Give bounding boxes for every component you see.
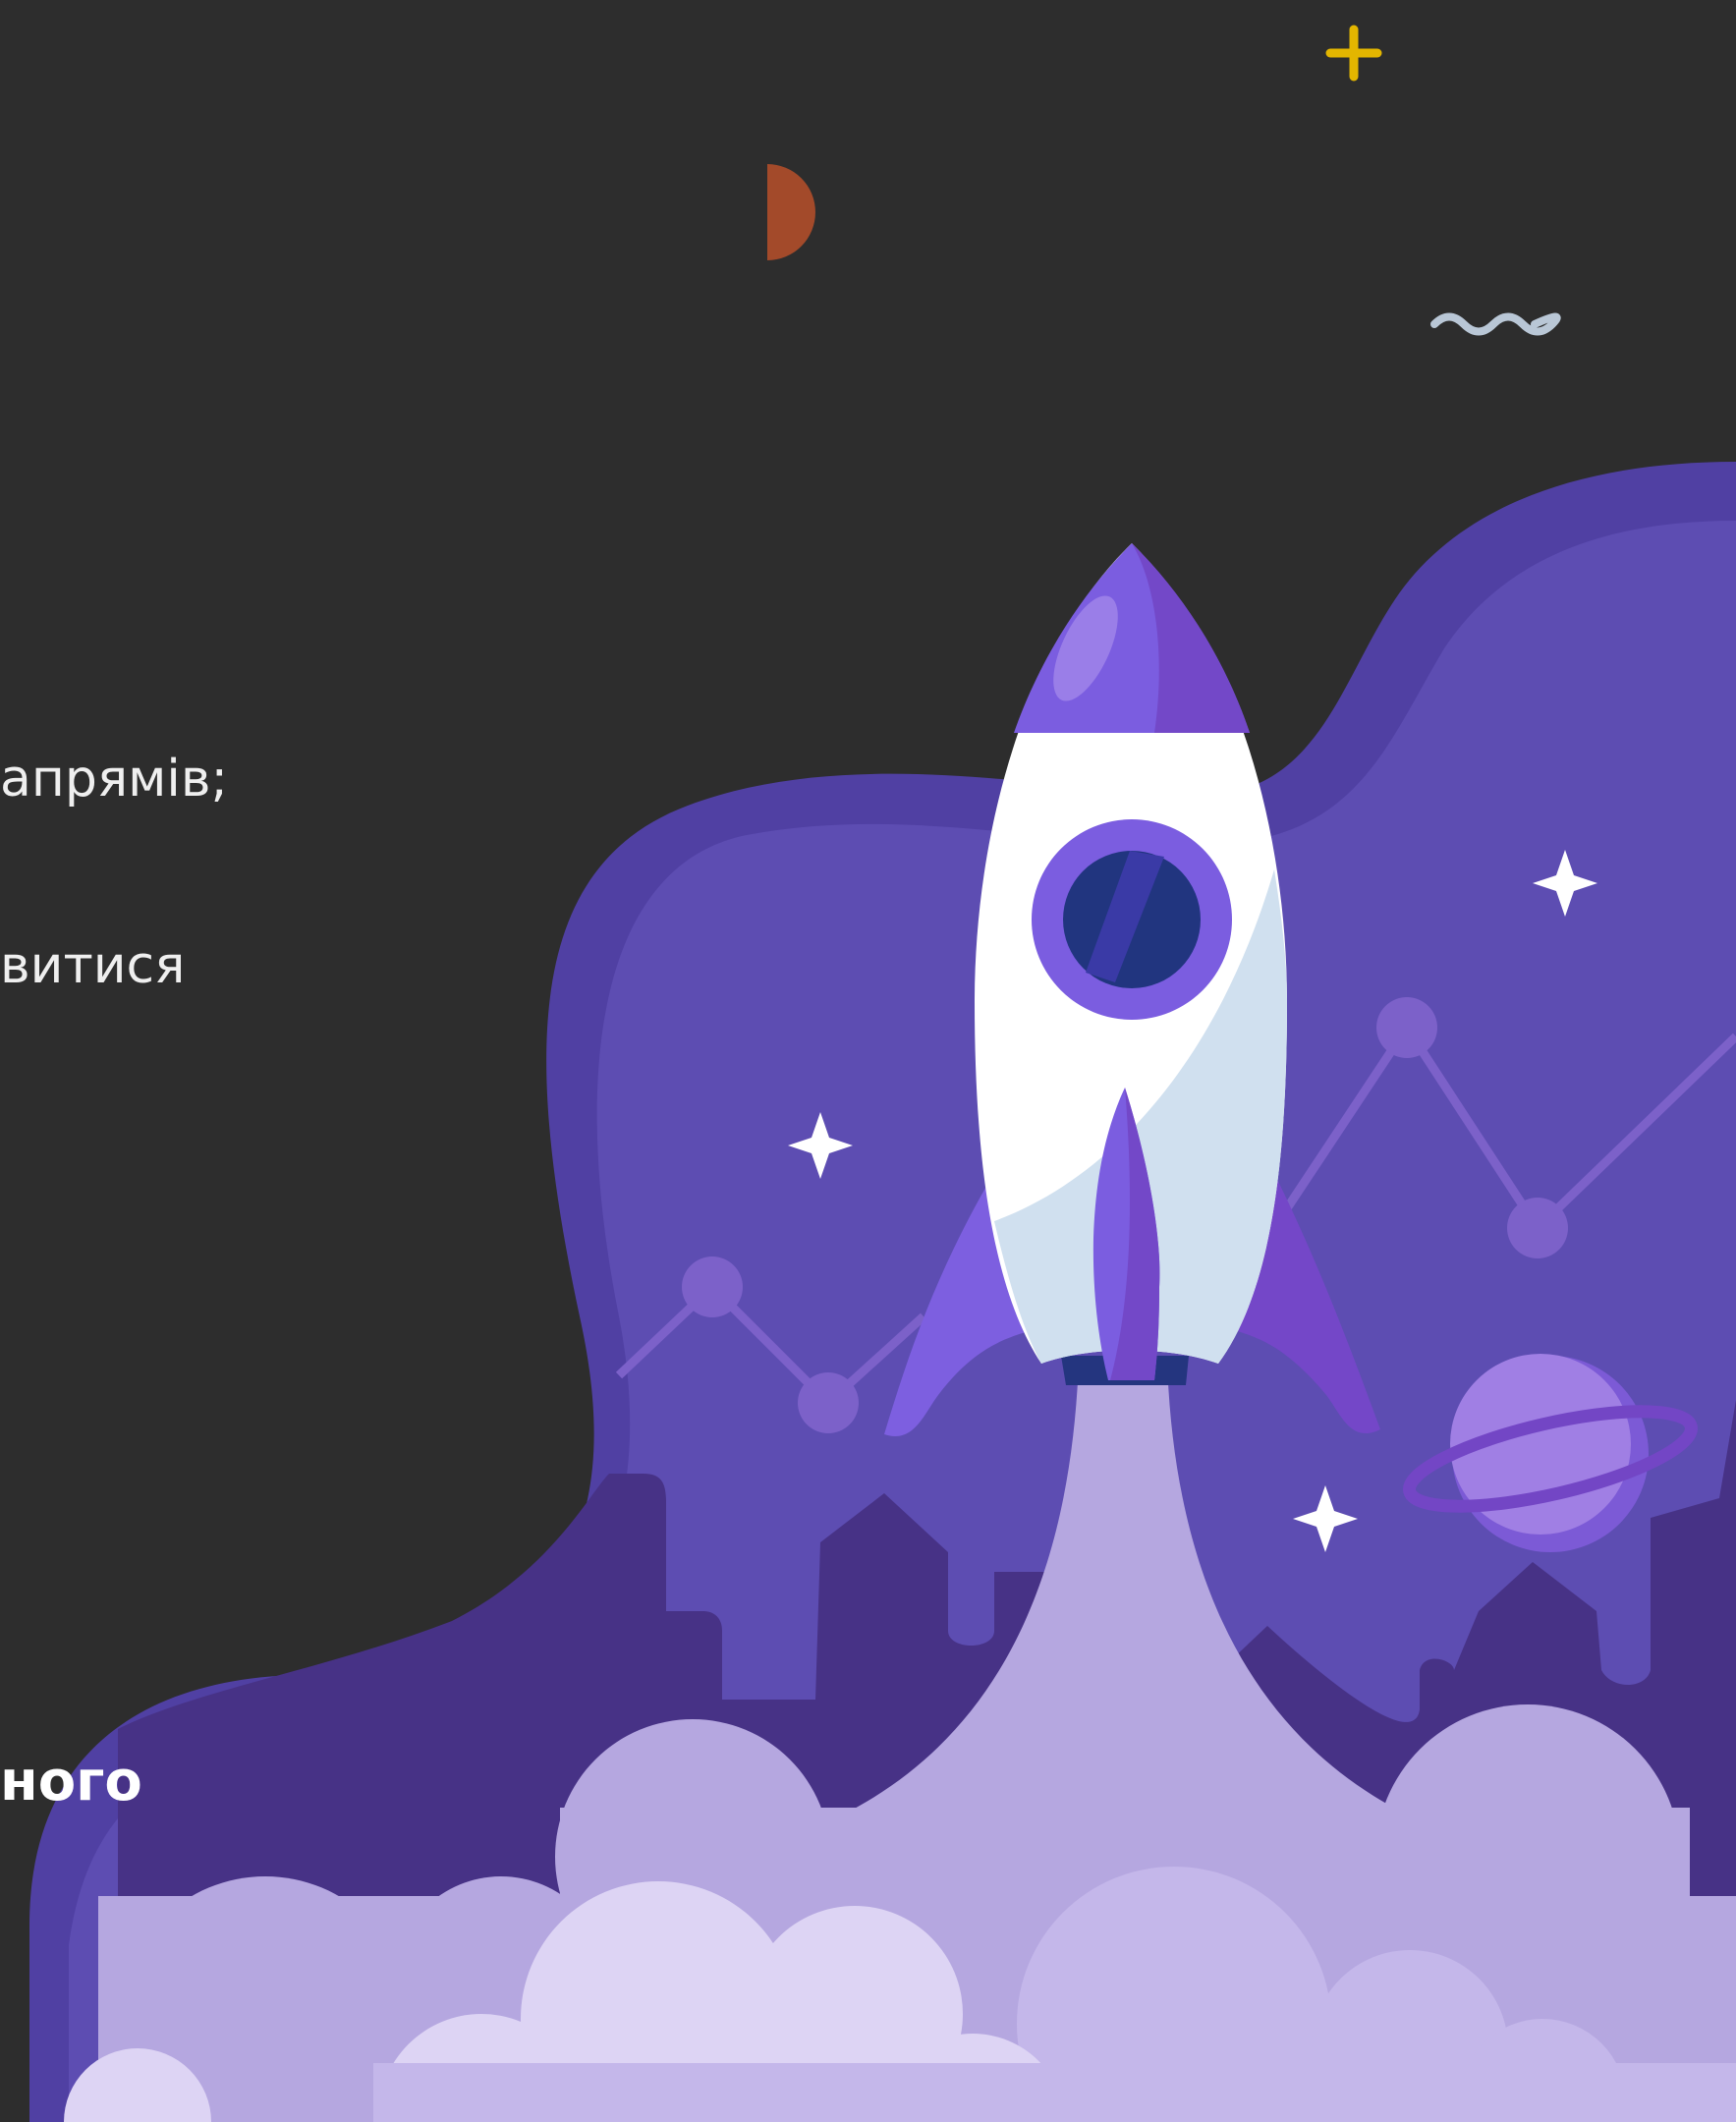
text-fragment-2: витися — [0, 936, 186, 995]
rocket-launch-illustration — [29, 25, 1736, 2122]
wave-icon — [1430, 312, 1561, 336]
plus-star-icon — [1325, 25, 1382, 82]
stage: апрямів; витися ного — [0, 0, 1736, 2122]
text-fragment-3: ного — [0, 1750, 142, 1814]
half-moon-icon — [767, 164, 815, 260]
text-fragment-1: апрямів; — [0, 750, 228, 809]
